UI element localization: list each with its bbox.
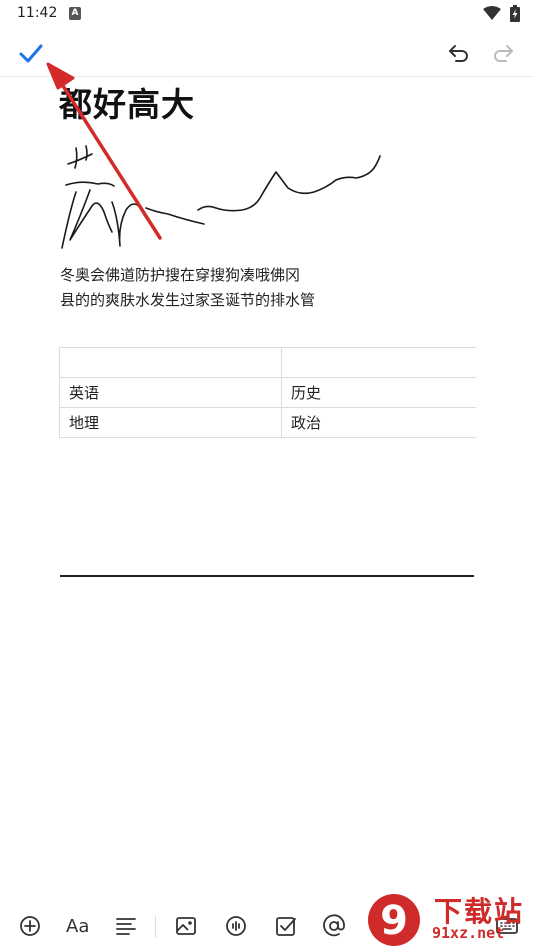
watermark-logo-text: 9: [380, 898, 408, 944]
image-icon[interactable]: [174, 914, 198, 938]
add-icon[interactable]: [18, 914, 42, 938]
table-cell[interactable]: [281, 347, 476, 378]
status-bar: 11:42 A: [0, 0, 534, 30]
watermark-logo: 9: [368, 894, 420, 946]
audio-icon[interactable]: [224, 914, 248, 938]
site-watermark: 9 下载站 91xz.net: [362, 888, 534, 950]
handwriting-sketch[interactable]: [56, 140, 386, 255]
table-cell[interactable]: 政治: [281, 407, 476, 438]
table-row: 英语 历史: [59, 377, 476, 408]
table-row: [59, 347, 476, 378]
table-row: 地理 政治: [59, 407, 476, 438]
note-body-line: 县的的爽肤水发生过家圣诞节的排水管: [60, 291, 316, 309]
watermark-url: 91xz.net: [432, 924, 505, 942]
text-format-icon[interactable]: Aa: [66, 916, 92, 940]
notification-a-icon: A: [69, 7, 81, 20]
redo-icon[interactable]: [491, 41, 515, 65]
undo-icon[interactable]: [447, 41, 471, 65]
checkmark-icon[interactable]: [18, 40, 44, 66]
table-cell[interactable]: 英语: [59, 377, 282, 408]
status-time: 11:42: [17, 5, 58, 21]
checkbox-icon[interactable]: [274, 914, 298, 938]
paragraph-align-icon[interactable]: [114, 914, 138, 938]
note-body-line: 冬奥会佛道防护搜在穿搜狗凑哦佛冈: [60, 266, 301, 284]
wifi-icon: [483, 6, 501, 20]
battery-charging-icon: [510, 5, 520, 22]
table-cell[interactable]: 历史: [281, 377, 476, 408]
note-body[interactable]: 冬奥会佛道防护搜在穿搜狗凑哦佛冈 县的的爽肤水发生过家圣诞节的排水管: [60, 263, 480, 313]
horizontal-divider: [60, 575, 474, 577]
mention-icon[interactable]: [322, 914, 346, 938]
toolbar-separator: [155, 916, 156, 938]
note-title[interactable]: 都好高大: [59, 78, 195, 126]
editor-toolbar: [0, 30, 534, 77]
table-cell[interactable]: [59, 347, 282, 378]
table-cell[interactable]: 地理: [59, 407, 282, 438]
note-table[interactable]: 英语 历史 地理 政治: [59, 347, 476, 438]
